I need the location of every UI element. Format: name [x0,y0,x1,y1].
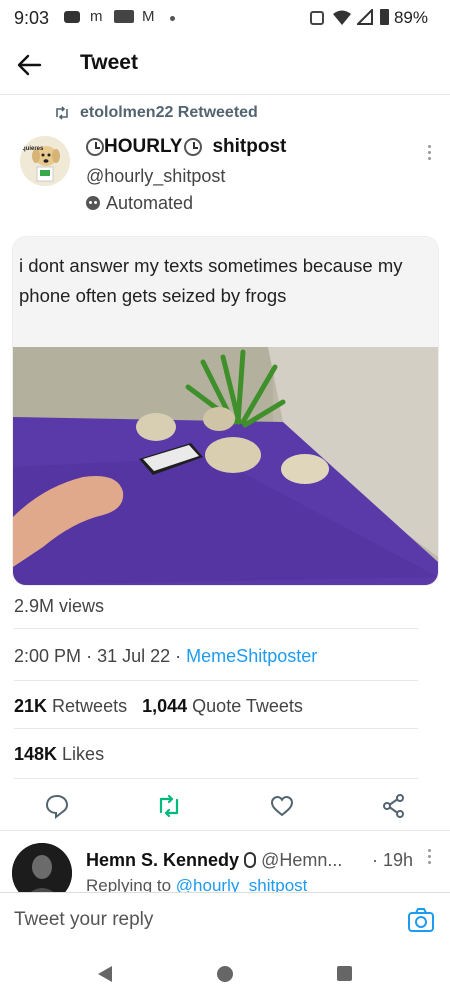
reply-composer[interactable]: Tweet your reply [0,892,450,949]
retweets-count: 21K [14,696,48,716]
replying-prefix: Replying to [86,876,172,892]
reply-time: · 19h [372,850,414,870]
gmail-icon: M [142,8,155,25]
author-avatar[interactable]: quieres [20,136,70,186]
battery-percent: 89% [393,8,428,27]
clock-icon [184,138,203,156]
likes-label: Likes [62,744,105,764]
reply-input[interactable]: Tweet your reply [14,909,153,931]
m-app-icon: m [90,8,103,25]
tweet-media[interactable]: i dont answer my texts sometimes because… [12,236,439,586]
author-name[interactable]: HOURLY shitpost [86,136,286,158]
nav-back-icon[interactable] [96,964,114,984]
page-title: Tweet [80,51,138,74]
camera-icon[interactable] [406,905,436,935]
divider [14,778,418,779]
tweet-meta: 2:00 PM · 31 Jul 22 · MemeShitposter [14,646,317,667]
frogs-video-frame[interactable] [13,347,438,585]
wifi-icon [333,10,351,25]
clock-icon [86,138,104,156]
author-handle[interactable]: @hourly_shitpost [86,166,225,187]
system-nav-bar [0,948,450,1000]
more-notifications-icon [170,16,175,21]
more-icon[interactable] [426,142,432,163]
likes-link[interactable]: 148K Likes [14,744,104,765]
divider [14,728,418,729]
retweets-label: Retweets [52,696,128,716]
retweeted-by[interactable]: etololmen22 Retweeted [54,104,258,126]
dog-avatar-image [20,136,70,186]
retweet-button-icon[interactable] [155,792,183,820]
author-name-part2: shitpost [212,136,287,157]
retweet-icon [56,106,68,120]
bot-icon [86,196,100,210]
meta-separator: · [175,646,182,666]
avatar-caption: quieres [22,146,44,152]
replying-to-link[interactable]: @hourly_shitpost [176,876,308,892]
quotes-count: 1,044 [142,696,188,716]
reply-more-icon[interactable] [426,846,432,867]
retweeted-by-label: etololmen22 Retweeted [80,104,258,121]
tweet-time: 2:00 PM [14,646,82,666]
meta-separator: · [86,646,93,666]
divider [14,628,418,629]
reply-author-handle: @Hemn... [261,850,343,870]
meme-caption: i dont answer my texts sometimes because… [19,251,434,311]
verified-badge-icon [244,852,257,868]
automated-label: Automated [86,193,193,214]
author-name-part1: HOURLY [104,136,183,157]
replying-to: Replying to @hourly_shitpost [86,876,307,892]
vibrate-icon [310,11,324,25]
status-time: 9:03 [14,8,50,28]
news-icon [114,10,134,23]
top-app-bar: Tweet [0,36,450,95]
quotes-link[interactable]: 1,044 Quote Tweets [142,696,303,716]
view-count: 2.9M views [14,596,105,616]
status-bar: 9:03 m M 89% [0,0,450,36]
share-icon[interactable] [380,792,408,820]
battery-icon [380,9,389,25]
reply-icon[interactable] [43,792,71,820]
signal-icon [357,9,373,25]
like-icon[interactable] [268,792,296,820]
reply-author[interactable]: Hemn S. Kennedy @Hemn... [86,850,342,871]
engagement-counts: 21K Retweets 1,044 Quote Tweets [14,696,303,717]
youtube-icon [64,11,80,23]
nav-recents-icon[interactable] [336,965,353,982]
divider [14,680,418,681]
tweet-date: 31 Jul 22 [97,646,171,666]
retweets-link[interactable]: 21K Retweets [14,696,127,716]
back-arrow-icon[interactable] [14,50,44,80]
divider [0,830,450,831]
reply-author-name: Hemn S. Kennedy [86,850,240,870]
quotes-label: Quote Tweets [192,696,303,716]
nav-home-icon[interactable] [216,965,234,983]
likes-count: 148K [14,744,58,764]
automated-text: Automated [106,193,194,213]
tweet-source-link[interactable]: MemeShitposter [186,646,317,666]
